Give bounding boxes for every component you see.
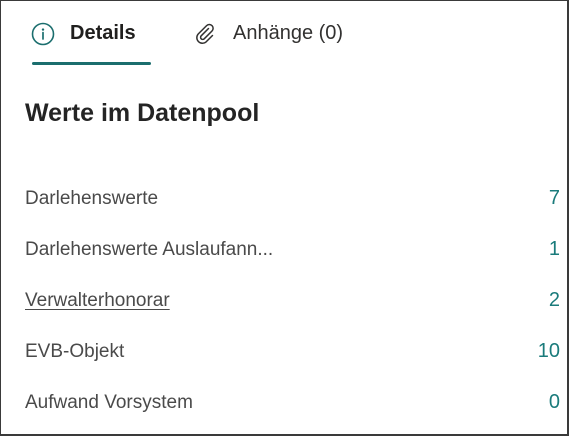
list-item-count[interactable]: 2 <box>549 289 560 312</box>
list-item-darlehenswerte: Darlehenswerte 7 <box>1 173 568 224</box>
list-item-label: Darlehenswerte <box>25 187 159 209</box>
list-item-label: Aufwand Vorsystem <box>25 391 193 413</box>
list-item-aufwand-vorsystem: Aufwand Vorsystem 0 <box>1 377 568 428</box>
list-item-verwalterhonorar: Verwalterhonorar 2 <box>1 275 568 326</box>
list-item-count[interactable]: 0 <box>549 391 560 414</box>
tab-attachments-label: Anhänge (0) <box>233 22 344 44</box>
datapool-value-list: Darlehenswerte 7 Darlehenswerte Auslaufa… <box>1 173 568 428</box>
tab-bar: Details Anhänge (0) <box>1 1 568 67</box>
list-item-count[interactable]: 10 <box>538 340 560 363</box>
factbox-panel: Details Anhänge (0) Werte im Datenpool D… <box>0 0 569 436</box>
list-item-label: EVB-Objekt <box>25 340 125 362</box>
tab-attachments[interactable]: Anhänge (0) <box>193 1 383 67</box>
tab-details-label: Details <box>70 22 136 44</box>
list-item-label: Darlehenswerte Auslaufann... <box>25 238 274 260</box>
list-item-count[interactable]: 1 <box>549 238 560 261</box>
section-title: Werte im Datenpool <box>25 99 260 127</box>
list-item-count[interactable]: 7 <box>549 187 560 210</box>
list-item-evb-objekt: EVB-Objekt 10 <box>1 326 568 377</box>
selected-tab-indicator <box>32 62 151 65</box>
list-item-darlehenswerte-auslaufann: Darlehenswerte Auslaufann... 1 <box>1 224 568 275</box>
tab-details[interactable]: Details <box>31 1 153 67</box>
list-item-label-link[interactable]: Verwalterhonorar <box>25 290 170 312</box>
info-circle-icon <box>31 22 55 46</box>
paperclip-icon <box>193 22 217 46</box>
